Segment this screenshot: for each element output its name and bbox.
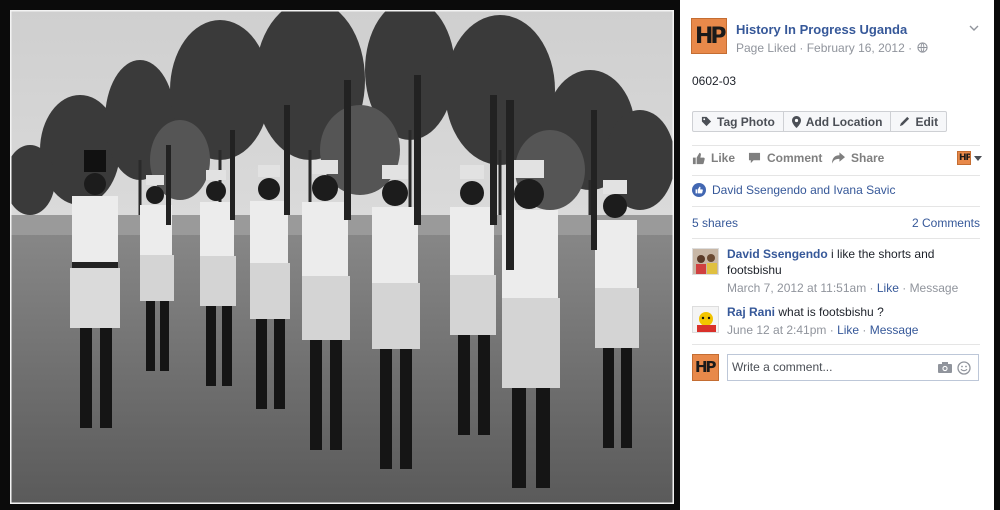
tag-photo-label: Tag Photo [717,114,775,129]
page-logo-text: HP [695,24,726,49]
post-header: HP History In Progress Uganda Page Liked… [691,18,983,58]
comment-label: Comment [767,151,823,165]
comment-input-box[interactable] [727,354,979,381]
caret-down-icon [974,155,982,161]
comment-body: Raj Rani what is footsbishu ? June 12 at… [727,304,977,338]
divider [692,344,980,345]
edit-label: Edit [915,114,939,129]
post-counts: 5 shares 2 Comments [692,216,980,232]
page-meta: Page Liked · February 16, 2012 · [736,41,929,55]
page-avatar-small: HP [957,151,971,165]
comment-message-link[interactable]: Message [870,323,919,337]
emoji-icon[interactable] [957,361,971,378]
tag-icon [701,116,712,127]
like-badge-icon [692,183,706,197]
post-panel: HP History In Progress Uganda Page Liked… [680,0,994,510]
comment-time[interactable]: March 7, 2012 at 11:51am [727,281,866,295]
comment-author[interactable]: David Ssengendo [727,247,828,261]
composer-avatar: HP [692,354,719,381]
comment-icon [748,152,761,164]
like-button[interactable]: Like [692,151,735,165]
scroll-edge [994,0,1000,510]
likes-summary: David Ssengendo and Ivana Savic [692,183,895,197]
divider [692,238,980,239]
add-location-button[interactable]: Add Location [784,112,892,131]
comment-author[interactable]: Raj Rani [727,305,775,319]
chevron-down-icon[interactable] [969,24,979,34]
page-avatar[interactable]: HP [691,18,727,54]
post-caption: 0602-03 [692,74,737,88]
post-as-menu[interactable]: HP [957,151,982,165]
location-pin-icon [791,115,801,128]
soldiers-drill-photo [10,10,674,504]
likers-names[interactable]: David Ssengendo and Ivana Savic [712,183,895,197]
camera-icon[interactable] [938,362,952,376]
share-label: Share [851,151,885,165]
thumbs-up-icon [692,152,705,164]
commenter-avatar[interactable] [692,306,719,333]
comment-button[interactable]: Comment [748,151,822,165]
like-label: Like [711,151,736,165]
composer-logo-text: HP [695,358,717,376]
comment-body: David Ssengendo i like the shorts and fo… [727,246,977,296]
comment-time[interactable]: June 12 at 2:41pm [727,323,826,337]
mini-logo-text: HP [959,153,971,163]
commenter-avatar[interactable] [692,248,719,275]
comment-text: what is footsbishu ? [775,305,884,319]
divider [692,175,980,176]
add-location-label: Add Location [805,114,883,129]
shares-count[interactable]: 5 shares [692,216,738,230]
share-icon [832,152,845,164]
comments-count[interactable]: 2 Comments [912,216,980,230]
divider [692,206,980,207]
comment-message-link[interactable]: Message [910,281,959,295]
tag-photo-button[interactable]: Tag Photo [693,112,784,131]
comment-like-link[interactable]: Like [837,323,859,337]
edit-button[interactable]: Edit [891,112,946,131]
pencil-icon [900,116,910,127]
comment-input[interactable] [732,360,932,374]
photo-stage [0,0,680,510]
photo[interactable] [10,10,674,504]
share-button[interactable]: Share [832,151,884,165]
post-actions: Like Comment Share HP [692,151,982,169]
photo-actions: Tag Photo Add Location Edit [692,111,948,132]
comment-like-link[interactable]: Like [877,281,899,295]
globe-icon [917,42,929,53]
divider [692,145,980,146]
comment-meta: June 12 at 2:41pm · Like · Message [727,323,919,337]
page-name[interactable]: History In Progress Uganda [736,22,907,37]
comment-meta: March 7, 2012 at 11:51am · Like · Messag… [727,281,959,295]
comment-composer: HP [692,354,980,382]
page-meta-text: Page Liked · February 16, 2012 · [736,41,913,55]
